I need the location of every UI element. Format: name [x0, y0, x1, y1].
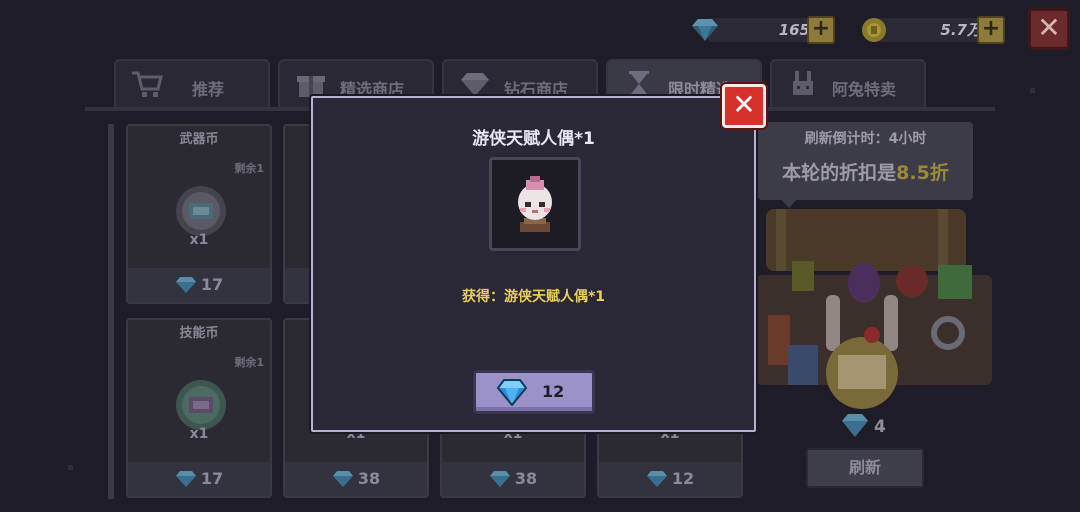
shop-card-weapon-coin[interactable]: 武器币 剩余1 x1 17: [126, 124, 272, 304]
gem-icon: [496, 379, 528, 406]
coin-balance: 5.7万: [940, 21, 982, 39]
discount-text: 本轮的折扣是8.5折: [758, 158, 973, 185]
promo-price-value: 4: [874, 417, 886, 437]
coin-currency: 5.7万 +: [860, 14, 1010, 46]
bunny-merchant-chest-illustration: [756, 209, 992, 409]
diamond-icon: [461, 73, 489, 96]
card-title: 武器币: [179, 132, 219, 147]
tab-recommended[interactable]: 推荐: [114, 59, 270, 109]
discount-prefix: 本轮的折扣是: [782, 162, 897, 184]
hourglass-icon: [629, 71, 649, 97]
card-title: 技能币: [179, 326, 219, 341]
shop-card-skill-coin[interactable]: 技能币 剩余1 x1 17: [126, 318, 272, 498]
card-price[interactable]: 38: [285, 462, 427, 496]
add-gems-button[interactable]: +: [807, 16, 835, 44]
purchase-dialog: 游侠天赋人偶*1 获得：游侠天赋人偶*1 12: [311, 96, 756, 432]
dialog-title: 游侠天赋人偶*1: [472, 129, 595, 149]
gem-icon: [842, 414, 868, 437]
gem-currency: 165 +: [690, 14, 840, 46]
card-price[interactable]: 17: [128, 462, 270, 496]
buy-price: 12: [542, 382, 565, 401]
card-remaining: 剩余1: [234, 356, 264, 369]
refresh-countdown: 刷新倒计时：4小时: [804, 131, 927, 147]
close-dialog-button[interactable]: ✕: [722, 84, 766, 128]
bunny-icon: [793, 71, 813, 95]
gem-icon: [175, 277, 196, 293]
grid-side-strip: [108, 124, 114, 499]
close-shop-button[interactable]: ✕: [1028, 8, 1070, 50]
gift-icon: [297, 76, 325, 97]
ranger-talent-doll-icon: [518, 176, 552, 232]
coin-icon: [862, 18, 886, 42]
gain-text: 获得：游侠天赋人偶*1: [461, 289, 606, 305]
discount-value: 8.5折: [896, 162, 949, 184]
weapon-coin-icon: [176, 186, 226, 236]
cart-icon: [132, 71, 163, 97]
card-price[interactable]: 17: [128, 268, 270, 302]
promo-price: 4: [840, 412, 886, 438]
discount-bubble: 刷新倒计时：4小时 本轮的折扣是8.5折: [758, 122, 973, 200]
card-price[interactable]: 12: [599, 462, 741, 496]
tab-bunny-sale[interactable]: 阿兔特卖: [770, 59, 926, 109]
card-quantity: x1: [189, 232, 209, 248]
refresh-button[interactable]: 刷新: [806, 448, 924, 488]
card-price-value: 12: [671, 469, 695, 488]
card-remaining: 剩余1: [234, 162, 264, 175]
gem-icon: [646, 471, 667, 487]
skill-coin-icon: [176, 380, 226, 430]
card-price-value: 38: [514, 469, 538, 488]
gem-icon: [692, 19, 718, 41]
card-price-value: 17: [200, 275, 224, 294]
card-price-value: 38: [357, 469, 381, 488]
gem-balance: 165: [778, 21, 810, 39]
decor-dot: [1030, 88, 1035, 93]
gem-icon: [332, 471, 353, 487]
gem-icon: [489, 471, 510, 487]
card-price[interactable]: 38: [442, 462, 584, 496]
card-price-value: 17: [200, 469, 224, 488]
tab-label: 阿兔特卖: [832, 80, 897, 99]
buy-button[interactable]: 12: [473, 370, 595, 414]
decor-dot: [68, 465, 73, 470]
gem-icon: [175, 471, 196, 487]
item-preview-frame: [489, 157, 581, 251]
tab-label: 推荐: [192, 80, 225, 99]
card-quantity: x1: [189, 426, 209, 442]
add-coins-button[interactable]: +: [977, 16, 1005, 44]
